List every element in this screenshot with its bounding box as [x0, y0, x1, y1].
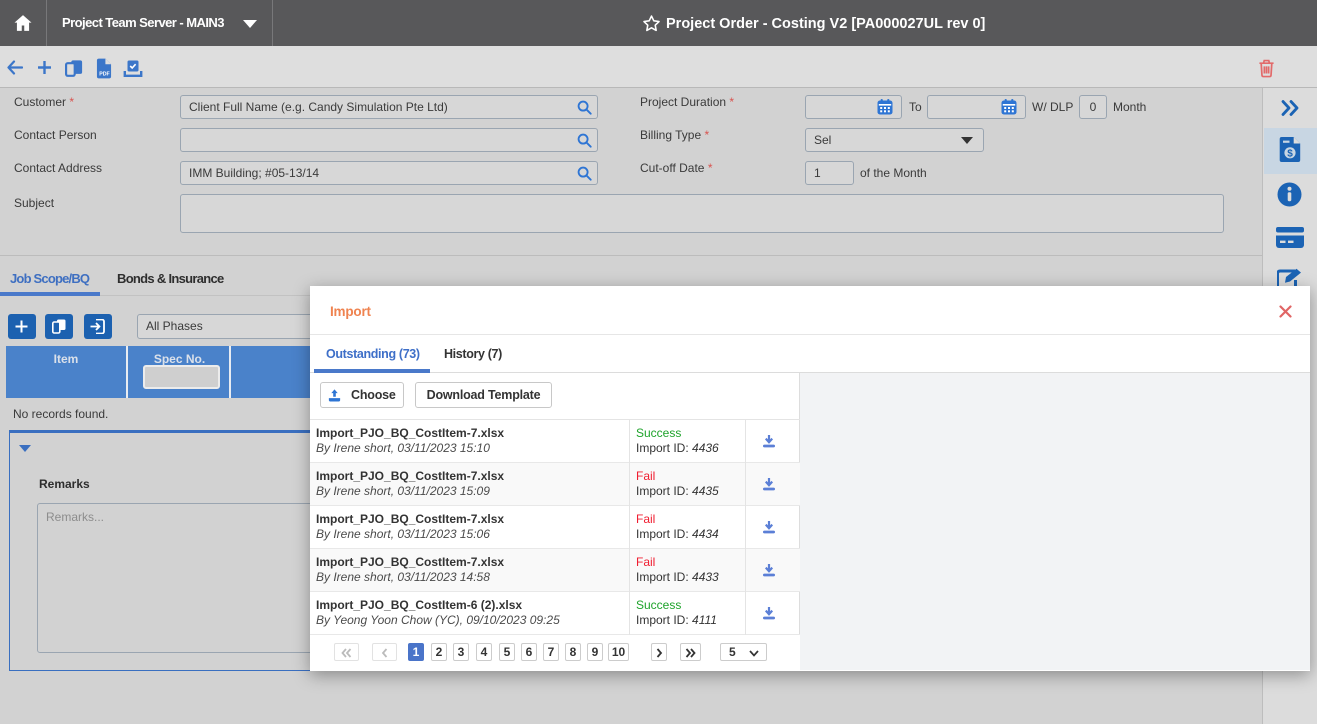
- svg-text:$: $: [1287, 149, 1293, 160]
- svg-text:PDF: PDF: [99, 72, 110, 78]
